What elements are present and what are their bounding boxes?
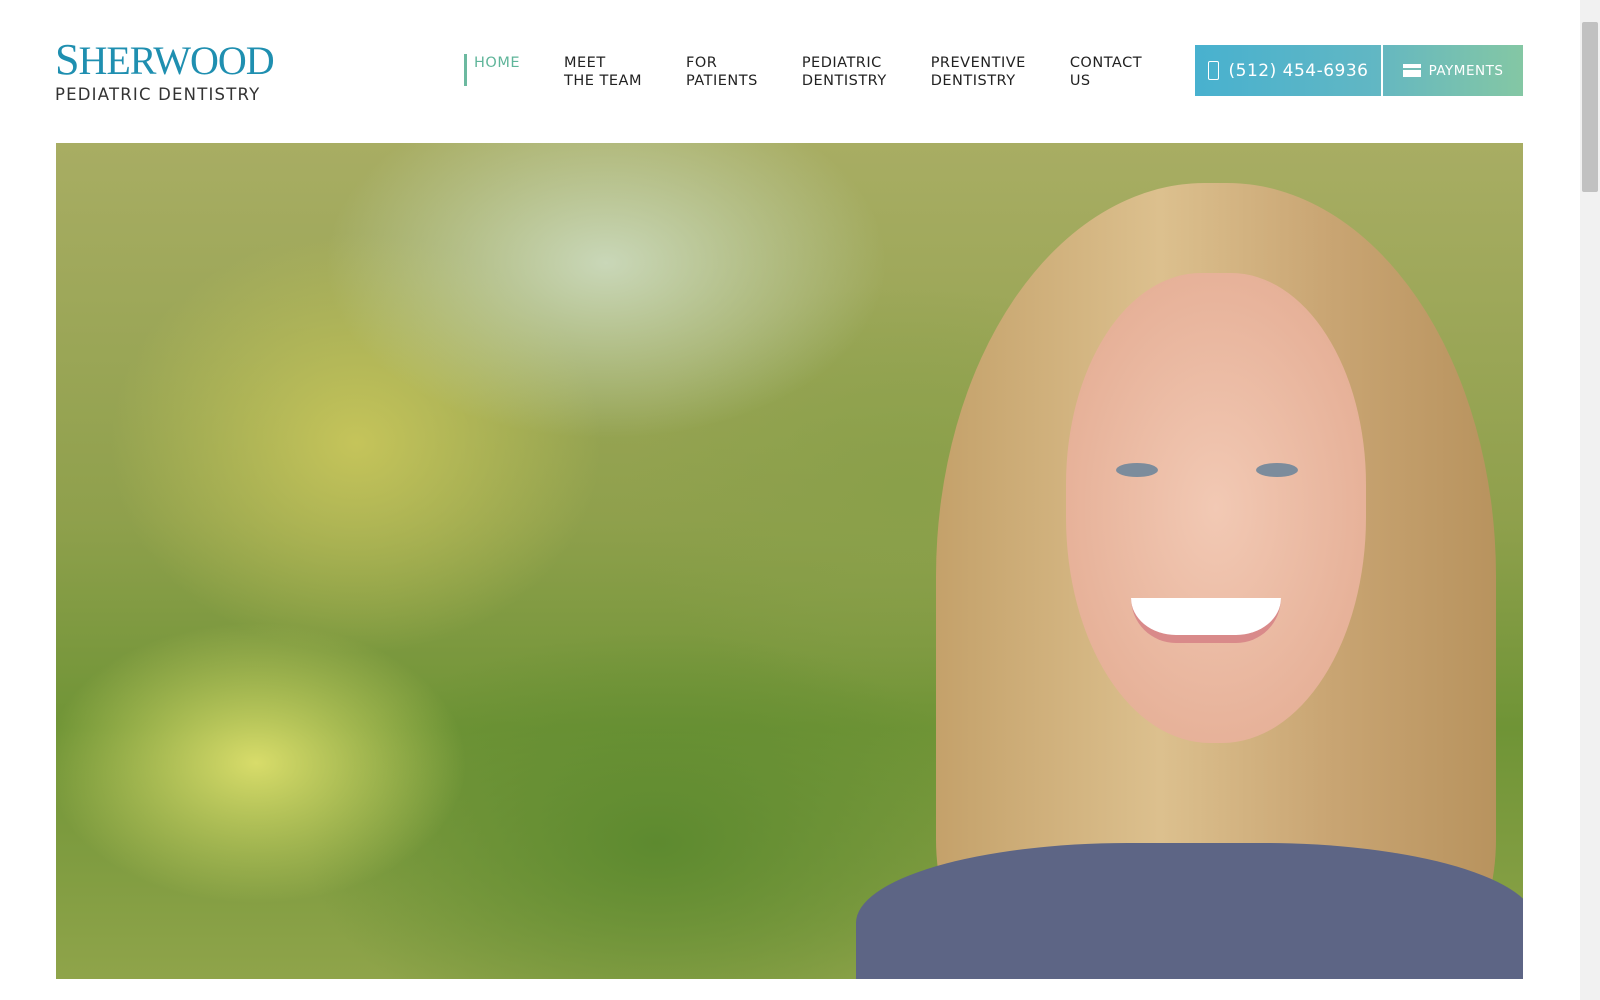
payments-button[interactable]: PAYMENTS <box>1383 45 1523 96</box>
credit-card-icon <box>1402 64 1421 77</box>
main-nav: HOME MEET THE TEAM FOR PATIENTS PEDIATRI… <box>464 54 1186 90</box>
nav-preventive-dentistry[interactable]: PREVENTIVE DENTISTRY <box>931 54 1026 90</box>
hero-eye <box>1116 463 1158 477</box>
logo[interactable]: SHERWOOD PEDIATRIC DENTISTRY <box>55 35 275 105</box>
mobile-phone-icon <box>1207 61 1219 80</box>
hero-sweater <box>856 843 1523 979</box>
logo-tagline: PEDIATRIC DENTISTRY <box>55 85 261 104</box>
nav-contact-us[interactable]: CONTACT US <box>1070 54 1142 90</box>
nav-pediatric-dentistry[interactable]: PEDIATRIC DENTISTRY <box>802 54 887 90</box>
hero-eye <box>1256 463 1298 477</box>
phone-button[interactable]: (512) 454-6936 <box>1195 45 1381 96</box>
nav-meet-the-team[interactable]: MEET THE TEAM <box>564 54 642 90</box>
payments-label: PAYMENTS <box>1428 62 1504 79</box>
hero-face <box>1066 273 1366 743</box>
scrollbar-thumb[interactable] <box>1582 22 1598 192</box>
nav-home[interactable]: HOME <box>464 54 520 86</box>
hero-smile <box>1131 598 1281 643</box>
nav-for-patients[interactable]: FOR PATIENTS <box>686 54 758 90</box>
phone-label: (512) 454-6936 <box>1228 60 1369 81</box>
logo-name: SHERWOOD <box>55 35 275 84</box>
hero-image <box>56 143 1523 979</box>
